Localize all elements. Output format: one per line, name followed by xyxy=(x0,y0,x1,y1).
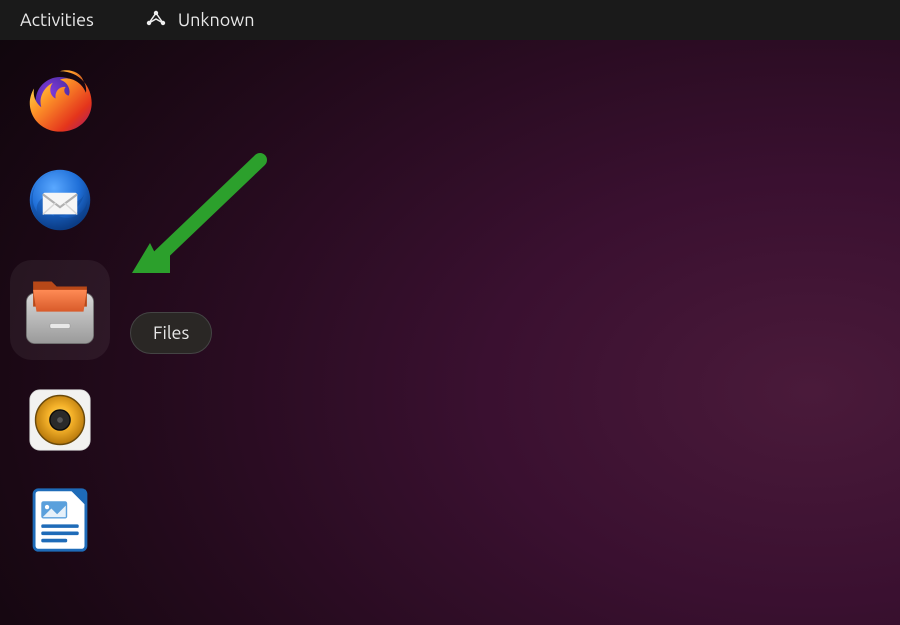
dock-item-rhythmbox[interactable] xyxy=(20,380,100,460)
dock-item-firefox[interactable] xyxy=(20,60,100,140)
libreoffice-writer-icon xyxy=(24,484,96,556)
firefox-icon xyxy=(24,64,96,136)
dock xyxy=(5,50,115,560)
active-app-indicator[interactable]: Unknown xyxy=(144,8,255,32)
dock-item-files[interactable] xyxy=(10,260,110,360)
thunderbird-icon xyxy=(24,164,96,236)
rhythmbox-icon xyxy=(24,384,96,456)
app-menu-icon xyxy=(144,8,168,32)
top-bar: Activities Unknown xyxy=(0,0,900,40)
files-icon xyxy=(18,268,102,352)
dock-tooltip: Files xyxy=(130,312,212,354)
dock-item-thunderbird[interactable] xyxy=(20,160,100,240)
activities-button[interactable]: Activities xyxy=(20,10,94,30)
active-app-name: Unknown xyxy=(178,10,255,30)
dock-item-writer[interactable] xyxy=(20,480,100,560)
